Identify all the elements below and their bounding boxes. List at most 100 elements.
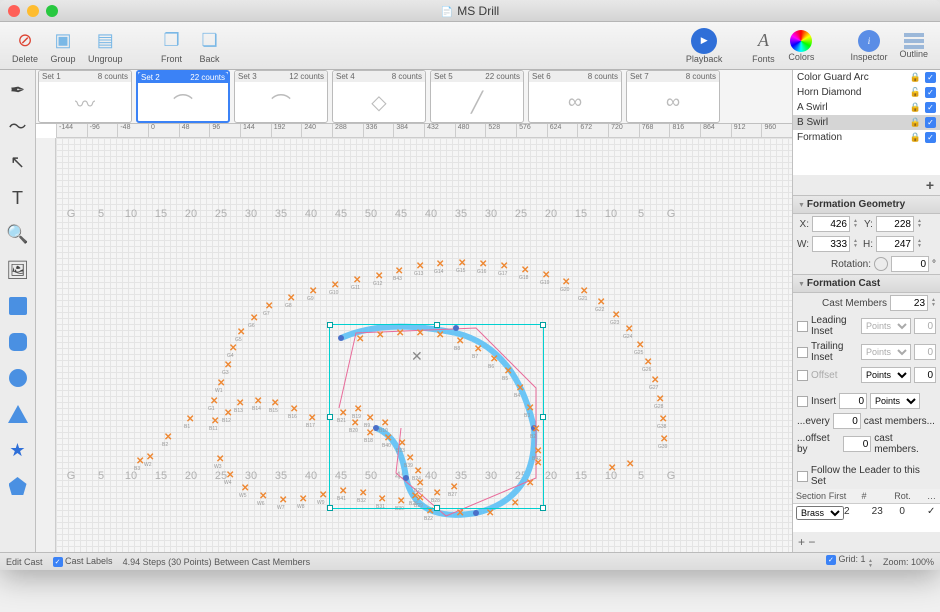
cast-table-row[interactable]: Brass 2 23 0 ✓ bbox=[793, 504, 940, 522]
cast-marker[interactable]: ✕G9 bbox=[309, 286, 317, 297]
image-tool[interactable]: 🖼 bbox=[4, 256, 32, 284]
cast-marker[interactable]: ✕W3 bbox=[216, 454, 224, 465]
w-field[interactable] bbox=[812, 236, 850, 252]
cast-marker[interactable]: ✕G13 bbox=[416, 261, 424, 272]
back-button[interactable]: ❏Back bbox=[193, 26, 227, 66]
drill-canvas[interactable]: G510152025303540455045403530252015105G G… bbox=[56, 138, 792, 552]
selection-handle[interactable] bbox=[434, 322, 440, 328]
stepper-icon[interactable]: ▲▼ bbox=[917, 219, 922, 229]
cast-marker[interactable]: ✕G25 bbox=[636, 340, 644, 351]
trailing-checkbox[interactable] bbox=[797, 347, 808, 358]
cast-marker[interactable]: ✕G12 bbox=[375, 271, 383, 282]
set-thumb[interactable]: Set 522 counts╱ bbox=[430, 70, 524, 123]
selection-handle[interactable] bbox=[540, 322, 546, 328]
cast-marker[interactable]: ✕B3 bbox=[136, 456, 144, 467]
cast-labels-checkbox[interactable]: ✓ bbox=[53, 557, 63, 567]
trailing-unit[interactable]: Points bbox=[861, 344, 911, 360]
cast-marker[interactable]: ✕G3 bbox=[224, 360, 232, 371]
group-button[interactable]: ▣Group bbox=[46, 26, 80, 66]
outline-button[interactable]: Outline bbox=[895, 31, 932, 61]
y-field[interactable] bbox=[876, 216, 914, 232]
circle-tool[interactable] bbox=[4, 364, 32, 392]
cast-marker[interactable]: ✕B43 bbox=[395, 266, 403, 277]
section-select[interactable]: Brass bbox=[796, 506, 844, 520]
cast-marker[interactable]: ✕G17 bbox=[500, 261, 508, 272]
cast-marker[interactable]: ✕B16 bbox=[290, 404, 298, 415]
insert-checkbox[interactable] bbox=[797, 396, 808, 407]
cast-marker[interactable]: ✕G14 bbox=[436, 259, 444, 270]
cast-marker[interactable]: ✕ bbox=[486, 508, 494, 519]
pen-tool[interactable]: ✒ bbox=[4, 76, 32, 104]
remove-row-button[interactable]: − bbox=[808, 535, 815, 549]
fonts-button[interactable]: AFonts bbox=[746, 26, 780, 66]
cast-marker[interactable]: ✕G26 bbox=[644, 357, 652, 368]
cast-marker[interactable]: ✕B15 bbox=[271, 398, 279, 409]
cast-marker[interactable]: ✕G20 bbox=[562, 277, 570, 288]
cast-marker[interactable]: ✕B13 bbox=[236, 398, 244, 409]
cast-marker[interactable]: ✕B1 bbox=[186, 414, 194, 425]
cast-marker[interactable]: ✕G4 bbox=[229, 343, 237, 354]
cast-marker[interactable]: ✕ bbox=[608, 463, 616, 474]
minimize-icon[interactable] bbox=[27, 5, 39, 17]
cast-marker[interactable]: ✕G11 bbox=[353, 275, 361, 286]
formation-row[interactable]: Horn Diamond🔓✓ bbox=[793, 85, 940, 100]
text-tool[interactable]: T bbox=[4, 184, 32, 212]
selection-handle[interactable] bbox=[327, 505, 333, 511]
pentagon-tool[interactable] bbox=[4, 472, 32, 500]
cast-marker[interactable]: ✕G16 bbox=[479, 259, 487, 270]
arrow-tool[interactable]: ↖ bbox=[4, 148, 32, 176]
cast-marker[interactable]: ✕G21 bbox=[580, 286, 588, 297]
ungroup-button[interactable]: ▤Ungroup bbox=[84, 26, 127, 66]
stepper-icon[interactable]: ▲▼ bbox=[931, 298, 936, 308]
cast-marker[interactable]: ✕W2 bbox=[146, 452, 154, 463]
cast-marker[interactable]: ✕B12 bbox=[224, 408, 232, 419]
star-tool[interactable]: ★ bbox=[4, 436, 32, 464]
zoom-display[interactable]: Zoom: 100% bbox=[883, 557, 934, 567]
members-field[interactable] bbox=[890, 295, 928, 311]
cast-marker[interactable]: ✕G27 bbox=[651, 375, 659, 386]
cast-marker[interactable]: ✕G28 bbox=[656, 394, 664, 405]
cast-marker[interactable]: ✕W4 bbox=[226, 470, 234, 481]
cast-marker[interactable]: ✕B14 bbox=[254, 396, 262, 407]
cast-marker[interactable]: ✕W6 bbox=[259, 491, 267, 502]
delete-button[interactable]: ⊘Delete bbox=[8, 26, 42, 66]
cast-marker[interactable]: ✕G8 bbox=[287, 293, 295, 304]
edit-cast-button[interactable]: Edit Cast bbox=[6, 557, 43, 567]
cast-marker[interactable]: ✕ bbox=[626, 459, 634, 470]
cast-marker[interactable]: ✕G19 bbox=[542, 270, 550, 281]
zoom-tool[interactable]: 🔍 bbox=[4, 220, 32, 248]
cast-marker[interactable]: ✕W1 bbox=[217, 378, 225, 389]
geometry-header[interactable]: Formation Geometry bbox=[793, 195, 940, 214]
cast-marker[interactable]: ✕G39 bbox=[660, 434, 668, 445]
h-field[interactable] bbox=[876, 236, 914, 252]
selection-handle[interactable] bbox=[540, 505, 546, 511]
selection-handle[interactable] bbox=[434, 505, 440, 511]
insert-unit[interactable]: Points bbox=[870, 393, 920, 409]
cast-marker[interactable]: ✕B2 bbox=[164, 432, 172, 443]
selection-handle[interactable] bbox=[327, 414, 333, 420]
cast-marker[interactable]: ✕G15 bbox=[458, 258, 466, 269]
set-thumb[interactable]: Set 48 counts◇ bbox=[332, 70, 426, 123]
formation-row[interactable]: Color Guard Arc🔒✓ bbox=[793, 70, 940, 85]
stepper-icon[interactable]: ▲▼ bbox=[868, 559, 873, 569]
stepper-icon[interactable]: ▲▼ bbox=[853, 219, 858, 229]
cast-marker[interactable]: ✕G6 bbox=[250, 313, 258, 324]
cast-marker[interactable]: ✕W8 bbox=[299, 494, 307, 505]
x-field[interactable] bbox=[812, 216, 850, 232]
cast-marker[interactable]: ✕G5 bbox=[237, 327, 245, 338]
curve-tool[interactable]: 〜 bbox=[4, 112, 32, 140]
set-thumb[interactable]: Set 222 counts⌒ bbox=[136, 70, 230, 123]
set-thumb[interactable]: Set 78 counts∞ bbox=[626, 70, 720, 123]
stepper-icon[interactable]: ▲▼ bbox=[853, 239, 858, 249]
cast-marker[interactable]: ✕W9 bbox=[319, 490, 327, 501]
rotation-field[interactable] bbox=[891, 256, 929, 272]
set-thumb[interactable]: Set 68 counts∞ bbox=[528, 70, 622, 123]
selection-handle[interactable] bbox=[540, 414, 546, 420]
add-row-button[interactable]: + bbox=[798, 535, 805, 549]
rotation-dial-icon[interactable] bbox=[874, 257, 888, 271]
formation-row[interactable]: Formation🔒✓ bbox=[793, 130, 940, 145]
follow-checkbox[interactable] bbox=[797, 471, 808, 482]
square-tool[interactable] bbox=[4, 292, 32, 320]
leading-unit[interactable]: Points bbox=[861, 318, 911, 334]
colors-button[interactable]: Colors bbox=[784, 28, 818, 64]
